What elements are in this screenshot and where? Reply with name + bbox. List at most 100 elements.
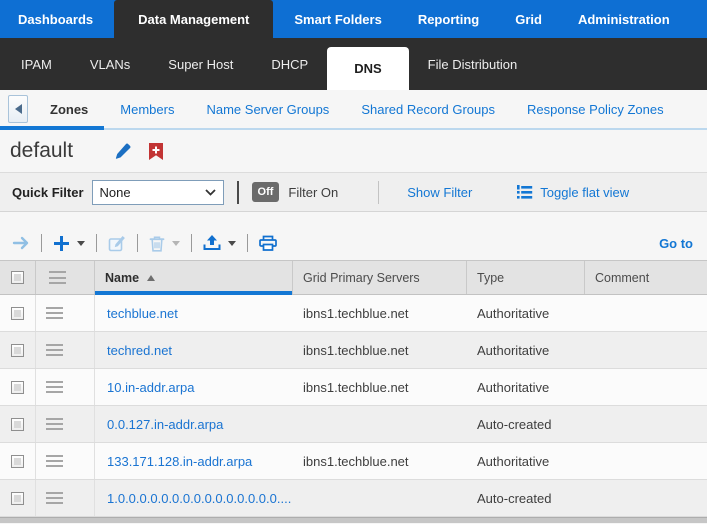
show-filter-link[interactable]: Show Filter [407,185,472,200]
column-label: Type [477,271,504,285]
zone-link[interactable]: 0.0.127.in-addr.arpa [107,417,223,432]
cell-grid-primary: ibns1.techblue.net [303,454,409,469]
table-row: 133.171.128.in-addr.arpa ibns1.techblue.… [0,443,707,480]
edit-icon [108,235,126,252]
tab-vlans[interactable]: VLANs [71,38,149,90]
tab-dhcp[interactable]: DHCP [252,38,327,90]
nav-administration[interactable]: Administration [563,0,685,38]
cell-type: Authoritative [477,306,549,321]
cell-type: Authoritative [477,454,549,469]
row-actions-icon[interactable] [46,342,63,358]
column-config-cell [36,261,95,294]
row-actions-icon[interactable] [46,453,63,469]
tab-ipam[interactable]: IPAM [2,38,71,90]
export-icon [203,235,221,251]
row-actions-icon[interactable] [46,305,63,321]
nav-reporting[interactable]: Reporting [403,0,494,38]
zones-table: Name Grid Primary Servers Type Comment t… [0,260,707,523]
column-menu-icon[interactable] [49,270,66,286]
zone-link[interactable]: techblue.net [107,306,178,321]
cell-type: Auto-created [477,491,551,506]
bookmark-add-icon[interactable] [149,143,163,160]
filter-on-toggle[interactable]: Off [252,182,280,202]
tab-file-distribution[interactable]: File Distribution [409,38,537,90]
table-row: 10.in-addr.arpa ibns1.techblue.net Autho… [0,369,707,406]
action-toolbar: Go to [0,226,707,260]
zone-link[interactable]: 133.171.128.in-addr.arpa [107,454,252,469]
chevron-left-icon [15,104,22,114]
caret-down-icon [172,241,180,246]
edit-pencil-icon[interactable] [113,142,132,161]
nav-smart-folders[interactable]: Smart Folders [279,0,396,38]
subtab-shared-record-groups[interactable]: Shared Record Groups [345,90,511,128]
column-label: Comment [595,271,649,285]
table-row: techblue.net ibns1.techblue.net Authorit… [0,295,707,332]
subtab-name-server-groups[interactable]: Name Server Groups [190,90,345,128]
row-checkbox[interactable] [11,492,24,505]
scroll-strip[interactable] [0,517,707,523]
open-arrow-icon[interactable] [10,236,32,250]
select-all-checkbox[interactable] [11,271,24,284]
chevron-down-icon [205,189,216,196]
table-header-row: Name Grid Primary Servers Type Comment [0,261,707,295]
flat-view-icon [516,185,533,200]
zone-link[interactable]: 1.0.0.0.0.0.0.0.0.0.0.0.0.0.0.0.... [107,491,291,506]
delete-button[interactable] [147,235,182,252]
row-actions-icon[interactable] [46,490,63,506]
sort-ascending-icon [147,275,155,281]
toggle-flat-view-link[interactable]: Toggle flat view [516,185,629,200]
divider [96,234,97,252]
row-checkbox[interactable] [11,455,24,468]
add-button[interactable] [51,235,87,252]
divider [237,181,239,204]
cell-grid-primary: ibns1.techblue.net [303,306,409,321]
zone-link[interactable]: 10.in-addr.arpa [107,380,194,395]
toggle-flat-view-label: Toggle flat view [540,185,629,200]
tab-super-host[interactable]: Super Host [149,38,252,90]
export-button[interactable] [201,235,238,251]
quick-filter-select[interactable]: None [92,180,224,205]
divider [137,234,138,252]
row-actions-icon[interactable] [46,379,63,395]
edit-button[interactable] [106,235,128,252]
spacer [0,212,707,226]
column-header-comment[interactable]: Comment [585,261,707,294]
zone-link[interactable]: techred.net [107,343,172,358]
cell-grid-primary: ibns1.techblue.net [303,343,409,358]
nav-dashboards[interactable]: Dashboards [3,0,108,38]
subtab-members[interactable]: Members [104,90,190,128]
column-header-grid-primary-servers[interactable]: Grid Primary Servers [293,261,467,294]
add-icon [53,235,70,252]
cell-type: Authoritative [477,343,549,358]
caret-down-icon [77,241,85,246]
divider [191,234,192,252]
cell-type: Authoritative [477,380,549,395]
row-actions-icon[interactable] [46,416,63,432]
print-icon [259,235,277,251]
subtab-scroll-left-button[interactable] [8,95,28,123]
app-window: Dashboards Data Management Smart Folders… [0,0,707,524]
tab-dns[interactable]: DNS [327,47,408,90]
dns-subtabs: Zones Members Name Server Groups Shared … [0,90,707,130]
column-header-name[interactable]: Name [95,261,293,294]
row-checkbox[interactable] [11,418,24,431]
trash-icon [149,235,165,252]
top-navigation: Dashboards Data Management Smart Folders… [0,0,707,38]
divider [378,181,379,204]
print-button[interactable] [257,235,279,251]
divider [247,234,248,252]
row-checkbox[interactable] [11,344,24,357]
module-bar: IPAM VLANs Super Host DHCP DNS File Dist… [0,38,707,90]
quick-filter-bar: Quick Filter None Off Filter On Show Fil… [0,172,707,212]
page-title: default [10,139,73,163]
subtab-zones[interactable]: Zones [34,90,104,128]
column-header-type[interactable]: Type [467,261,585,294]
goto-link[interactable]: Go to [659,236,697,251]
row-checkbox[interactable] [11,381,24,394]
subtab-response-policy-zones[interactable]: Response Policy Zones [511,90,680,128]
row-checkbox[interactable] [11,307,24,320]
nav-grid[interactable]: Grid [500,0,557,38]
view-header: default [0,130,707,172]
nav-data-management[interactable]: Data Management [114,0,273,38]
column-label: Name [105,271,139,285]
